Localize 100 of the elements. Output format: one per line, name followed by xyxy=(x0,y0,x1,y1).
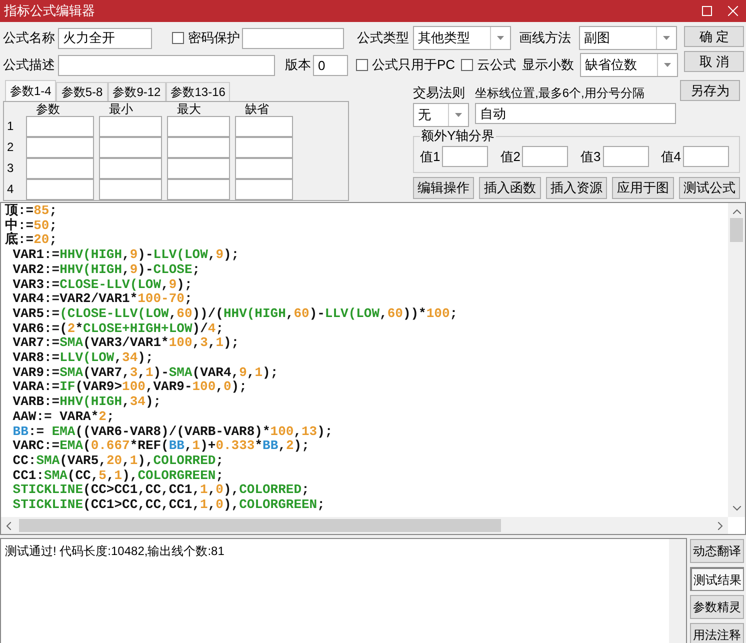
field-label: 值1 xyxy=(420,148,440,166)
column-header: 最大 xyxy=(176,103,202,116)
field-label: 公式描述 xyxy=(3,56,56,74)
tab[interactable]: 参数13-16 xyxy=(166,82,230,101)
param-field[interactable] xyxy=(99,179,162,200)
field-label: 画线方法 xyxy=(519,29,572,48)
code-line: VAR6:=(2*CLOSE+HIGH+LOW)/4; xyxy=(12,322,224,336)
code-line: CC1:SMA(CC,5,1),COLORGREEN; xyxy=(12,468,224,484)
field-label: 值2 xyxy=(500,148,520,166)
checkbox-label: 密码保护 xyxy=(188,29,240,48)
tab[interactable]: 参数1-4 xyxy=(5,80,56,101)
button[interactable]: 确 定 xyxy=(684,26,744,47)
param-field[interactable] xyxy=(235,179,293,200)
field-label: 显示小数 xyxy=(522,56,576,74)
name-field[interactable]: 火力全开 xyxy=(58,28,152,48)
code-line: AAW:= VARA*2; xyxy=(12,410,114,425)
param-field[interactable] xyxy=(167,158,230,179)
code-line: BB:= EMA((VAR6-VAR8)/(VARB-VAR8)*100,13); xyxy=(12,424,333,440)
button[interactable]: 另存为 xyxy=(680,80,740,101)
param-field[interactable] xyxy=(235,116,293,137)
window-title: 指标公式编辑器 xyxy=(4,2,96,20)
code-line: STICKLINE(CC>CC1,CC,CC1,1,0),COLORRED; xyxy=(12,483,310,498)
row-number: 4 xyxy=(7,181,15,198)
button[interactable]: 插入资源 xyxy=(546,177,608,199)
column-header: 参数 xyxy=(35,103,61,116)
param-field[interactable] xyxy=(26,179,94,200)
param-field[interactable] xyxy=(99,116,162,137)
button[interactable]: 应用于图 xyxy=(612,177,674,199)
code-line: VAR1:=HHV(HIGH,9)-LLV(LOW,9); xyxy=(12,248,240,263)
side-button[interactable]: 动态翻译 xyxy=(690,539,744,563)
checkbox[interactable] xyxy=(356,59,368,71)
side-button[interactable]: 用法注释 xyxy=(690,623,744,643)
version-field[interactable]: 0 xyxy=(313,54,348,76)
value-field[interactable] xyxy=(682,146,729,167)
field-label: 公式名称 xyxy=(3,29,56,48)
side-button[interactable]: 测试结果 xyxy=(690,567,744,591)
code-line: VAR3:=CLOSE-LLV(LOW,9); xyxy=(12,278,192,292)
caret-icon xyxy=(664,63,672,67)
param-field[interactable] xyxy=(167,116,230,137)
param-field[interactable] xyxy=(26,116,94,137)
param-field[interactable] xyxy=(26,158,94,179)
close-icon[interactable] xyxy=(728,6,738,16)
group-title: 额外Y轴分界 xyxy=(420,128,496,144)
output-text: 测试通过! 代码长度:10482,输出线个数:81 xyxy=(4,543,226,560)
code-editor[interactable] xyxy=(0,202,746,535)
code-line: VAR2:=HHV(HIGH,9)-CLOSE; xyxy=(12,262,200,278)
dropdown[interactable]: 无 xyxy=(413,103,469,127)
scroll-thumb[interactable] xyxy=(730,218,743,242)
tab[interactable]: 参数5-8 xyxy=(56,82,108,101)
value-field[interactable] xyxy=(602,146,649,167)
row-number: 1 xyxy=(7,118,15,135)
caret-icon xyxy=(663,36,670,40)
param-field[interactable] xyxy=(167,137,230,158)
dropdown[interactable]: 缺省位数 xyxy=(580,53,678,77)
dropdown[interactable]: 其他类型 xyxy=(413,26,511,50)
column-header: 缺省 xyxy=(244,103,270,116)
scroll-thumb[interactable] xyxy=(19,519,501,532)
code-line: VAR9:=SMA(VAR7,3,1)-SMA(VAR4,9,1); xyxy=(12,366,278,380)
param-field[interactable] xyxy=(235,158,293,179)
code-line: VAR8:=LLV(LOW,34); xyxy=(12,351,154,366)
caret-icon xyxy=(455,113,462,117)
checkbox[interactable] xyxy=(172,32,184,44)
code-line: VARB:=HHV(HIGH,34); xyxy=(12,395,162,410)
code-line: 中:=50; xyxy=(5,218,58,233)
password-field[interactable] xyxy=(242,28,344,48)
param-field[interactable] xyxy=(26,137,94,158)
maximize-icon[interactable] xyxy=(702,6,712,16)
value-field[interactable] xyxy=(522,146,568,167)
description-field[interactable] xyxy=(58,54,275,76)
dropdown[interactable]: 副图 xyxy=(579,26,677,50)
tab[interactable]: 参数9-12 xyxy=(108,82,166,101)
button[interactable]: 编辑操作 xyxy=(413,177,474,199)
code-line: VAR7:=SMA(VAR3/VAR1*100,3,1); xyxy=(12,336,240,352)
vertical-scrollbar[interactable] xyxy=(669,539,686,643)
field-label: 值3 xyxy=(580,148,601,166)
row-number: 2 xyxy=(7,139,15,156)
code-line: VAR5:=(CLOSE-LLV(LOW,60))/(HHV(HIGH,60)-LLV(LOW,60))*100; xyxy=(12,306,458,322)
param-field[interactable] xyxy=(235,137,293,158)
checkbox-label: 公式只用于PC xyxy=(372,56,456,74)
row-number: 3 xyxy=(7,160,15,177)
caret-icon xyxy=(497,36,504,40)
button[interactable]: 测试公式 xyxy=(678,177,740,199)
code-line: CC:SMA(VAR5,20,1),COLORRED; xyxy=(12,454,224,469)
code-line: 顶:=85; xyxy=(5,204,58,218)
checkbox[interactable] xyxy=(461,59,474,71)
button[interactable]: 插入函数 xyxy=(479,177,541,199)
param-field[interactable] xyxy=(99,158,162,179)
horizontal-scrollbar[interactable] xyxy=(1,517,728,534)
param-field[interactable] xyxy=(167,179,230,200)
axis-lines-field[interactable]: 自动 xyxy=(475,103,676,124)
checkbox-label: 云公式 xyxy=(477,56,516,74)
field-label: 交易法则 xyxy=(413,84,465,102)
param-field[interactable] xyxy=(99,137,162,158)
button[interactable]: 取 消 xyxy=(684,51,744,72)
code-line: 底:=20; xyxy=(5,233,58,248)
value-field[interactable] xyxy=(442,146,488,167)
vertical-scrollbar[interactable] xyxy=(728,203,745,517)
side-button[interactable]: 参数精灵 xyxy=(690,595,744,619)
field-label: 值4 xyxy=(660,148,681,166)
code-line: VARA:=IF(VAR9>100,VAR9-100,0); xyxy=(12,380,247,396)
